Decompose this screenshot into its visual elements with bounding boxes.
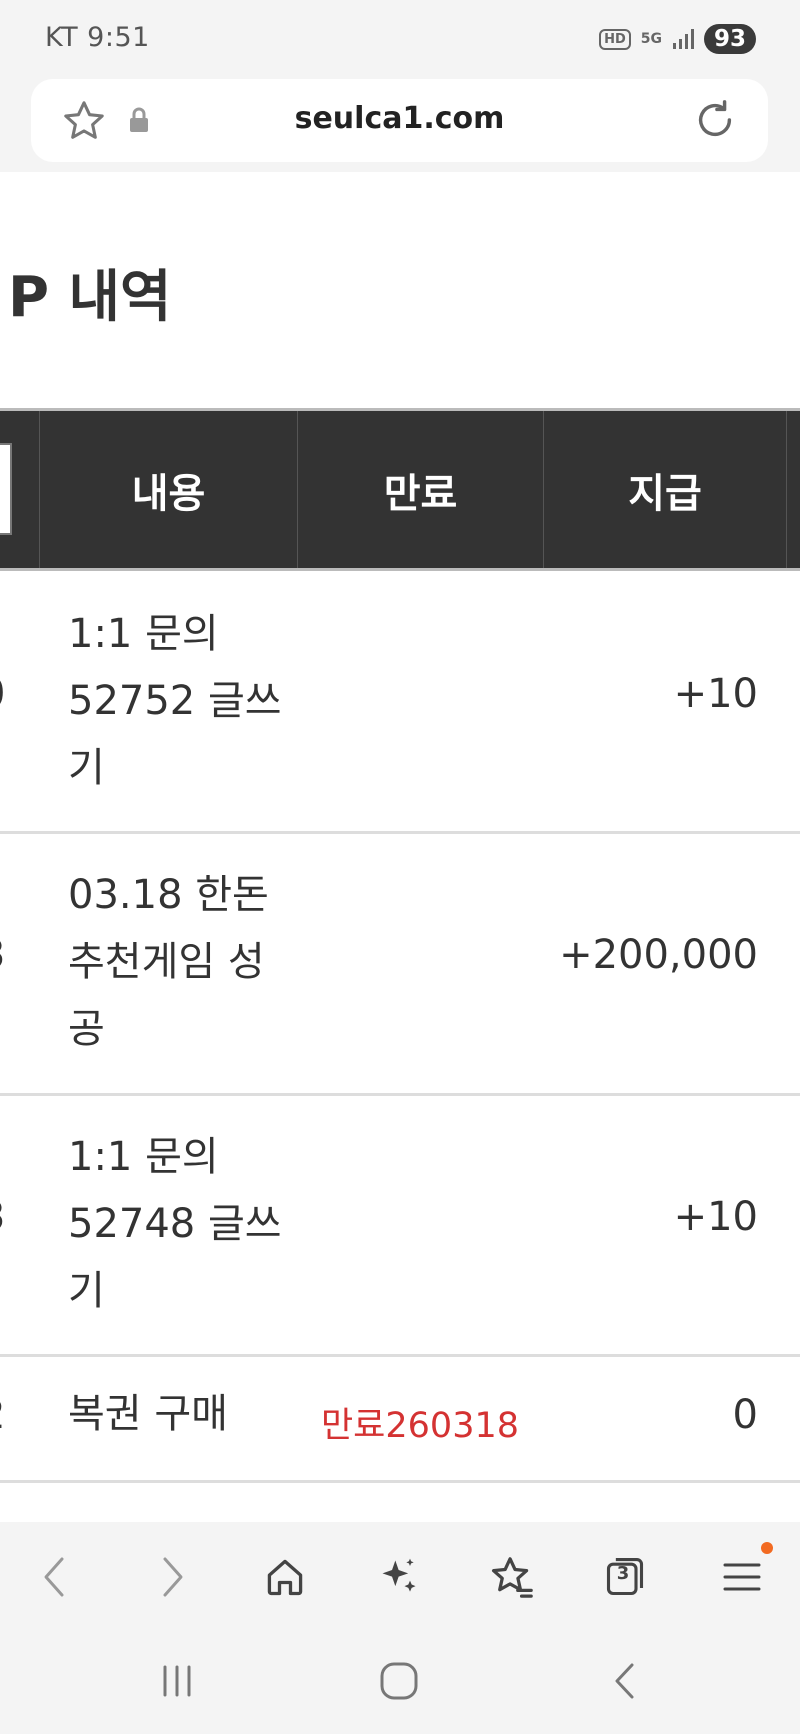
row-date-fragment: 2	[0, 1392, 5, 1438]
home-circle-icon[interactable]	[374, 1656, 424, 1706]
tabs-icon[interactable]: 3	[600, 1552, 650, 1602]
row-date-fragment: 3	[0, 1194, 5, 1240]
system-nav-bar	[0, 1632, 800, 1734]
row-pay: +10	[673, 1194, 758, 1240]
header-extra-col	[786, 411, 800, 568]
carrier-time: KT 9:51	[45, 22, 150, 53]
table-row: 2 복권 구매 만료260318 0	[0, 1357, 800, 1483]
network-5g-label: 5G	[640, 31, 662, 47]
header-date-box	[0, 443, 12, 535]
table-row: 0 1:1 문의 52752 글쓰기 +10	[0, 571, 800, 834]
hd-voice-icon: HD	[599, 28, 631, 50]
back-icon[interactable]	[30, 1552, 80, 1602]
status-icons: HD 5G 93	[599, 24, 756, 54]
row-pay: 0	[732, 1392, 758, 1438]
header-content: 내용	[39, 411, 297, 568]
header-date-col	[0, 411, 39, 568]
page-title: P 내역	[8, 265, 172, 330]
row-content: 03.18 한돈 추천게임 성공	[68, 872, 269, 1052]
url-text[interactable]: seulca1.com	[31, 101, 768, 136]
tab-count: 3	[616, 1563, 630, 1584]
table-row: 3 03.18 한돈 추천게임 성공 +200,000	[0, 834, 800, 1096]
bookmarks-icon[interactable]	[487, 1552, 537, 1602]
table-row-partial	[0, 1483, 800, 1522]
network-5g-icon: 5G	[641, 32, 662, 46]
menu-icon[interactable]	[717, 1542, 773, 1602]
recent-apps-icon[interactable]	[152, 1656, 202, 1706]
row-pay: +200,000	[559, 932, 758, 978]
forward-icon[interactable]	[147, 1552, 197, 1602]
table-header: 내용 만료 지급	[0, 411, 800, 568]
row-date-fragment: 0	[0, 671, 5, 717]
row-content: 복권 구매	[68, 1391, 228, 1437]
row-date-fragment: 3	[0, 932, 5, 978]
table-row: 3 1:1 문의 52748 글쓰기 +10	[0, 1096, 800, 1357]
sparkle-icon[interactable]	[374, 1552, 424, 1602]
row-content: 1:1 문의 52752 글쓰기	[68, 611, 282, 791]
web-content: P 내역 내용 만료 지급 0 1:1 문의 52752 글쓰기 +10 3 0…	[0, 172, 800, 1522]
system-back-icon[interactable]	[600, 1656, 650, 1706]
row-content: 1:1 문의 52748 글쓰기	[68, 1134, 282, 1314]
row-pay: +10	[673, 671, 758, 717]
header-expire: 만료	[297, 411, 543, 568]
url-bar[interactable]: seulca1.com	[31, 79, 768, 162]
notification-dot	[761, 1542, 773, 1554]
status-bar: KT 9:51 HD 5G 93	[0, 0, 800, 80]
header-pay: 지급	[543, 411, 786, 568]
browser-toolbar: 3	[0, 1522, 800, 1632]
signal-icon	[672, 28, 694, 50]
battery-icon: 93	[703, 24, 756, 54]
home-icon[interactable]	[260, 1552, 310, 1602]
row-expire: 만료260318	[320, 1406, 519, 1446]
reload-icon[interactable]	[692, 97, 738, 147]
